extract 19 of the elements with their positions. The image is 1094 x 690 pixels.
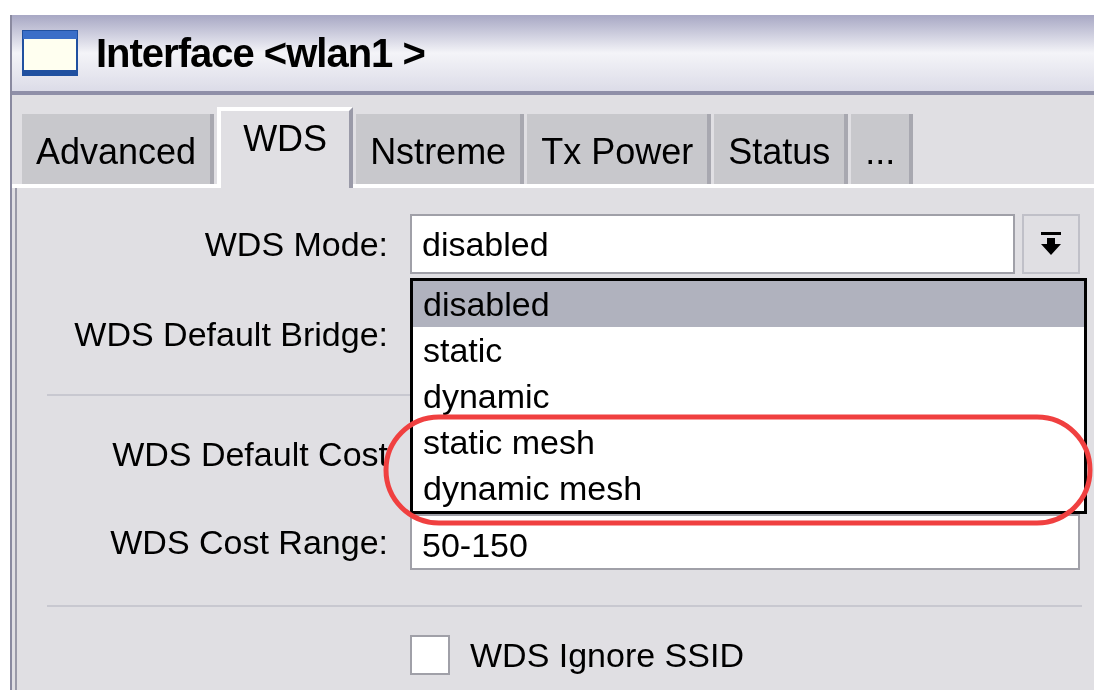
checkbox-label: WDS Ignore SSID — [470, 634, 744, 676]
cost-range-field[interactable]: 50-150 — [410, 514, 1080, 570]
tab[interactable]: Advanced — [22, 114, 215, 184]
tab[interactable]: WDS — [217, 107, 354, 188]
wds-mode-dropdown[interactable]: disabled — [410, 214, 1015, 274]
window-icon — [22, 30, 78, 76]
tab[interactable]: Nstreme — [356, 114, 525, 184]
window-title: Interface <wlan1 > — [96, 30, 425, 77]
field-label: WDS Mode: — [203, 223, 389, 265]
arrow-down-icon — [1040, 232, 1062, 256]
dropdown-option[interactable]: disabled — [413, 281, 1084, 327]
dropdown-button[interactable] — [1022, 214, 1080, 274]
checkbox[interactable] — [410, 635, 450, 675]
tab[interactable]: Status — [714, 114, 849, 184]
field-label: WDS Default Bridge: — [73, 313, 389, 355]
field-label: WDS Cost Range: — [109, 521, 389, 563]
field-label: WDS Default Cost — [111, 433, 389, 475]
tab[interactable]: Tx Power — [527, 114, 712, 184]
tab[interactable]: ... — [851, 114, 914, 184]
